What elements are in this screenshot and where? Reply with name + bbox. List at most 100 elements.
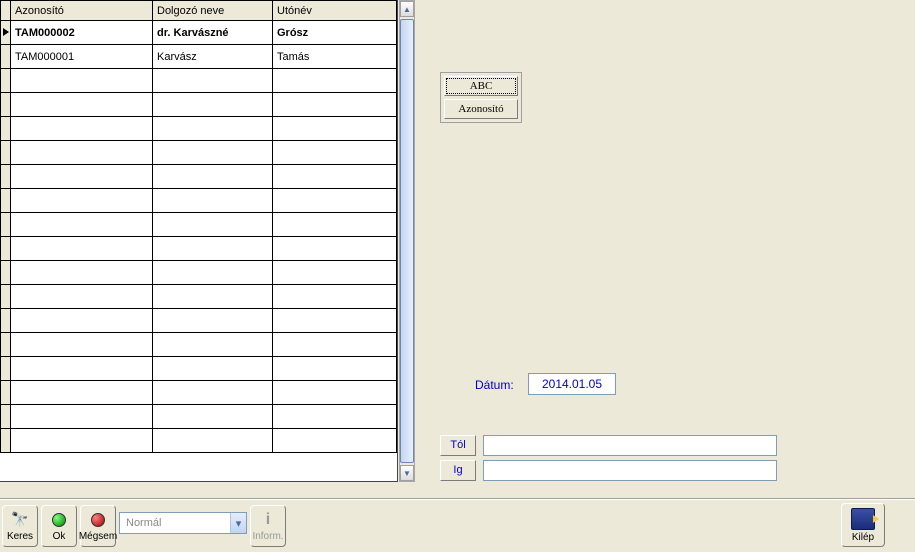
cell[interactable] [153, 285, 273, 309]
ok-button[interactable]: Ok [41, 505, 77, 547]
cell[interactable] [11, 93, 153, 117]
cell[interactable] [273, 357, 397, 381]
cell[interactable] [153, 381, 273, 405]
abc-button[interactable]: ABC [444, 76, 518, 96]
cell[interactable] [11, 165, 153, 189]
azonosito-button[interactable]: Azonosító [444, 99, 518, 119]
cell[interactable]: Karvász [153, 45, 273, 69]
bottom-divider [0, 498, 915, 500]
table-row[interactable] [1, 309, 397, 333]
cell[interactable] [153, 93, 273, 117]
cell[interactable] [11, 69, 153, 93]
table-row[interactable] [1, 333, 397, 357]
table-row[interactable] [1, 117, 397, 141]
table-row[interactable] [1, 93, 397, 117]
table-row[interactable] [1, 165, 397, 189]
cell[interactable] [153, 141, 273, 165]
cell[interactable] [153, 213, 273, 237]
table-row[interactable] [1, 261, 397, 285]
cell[interactable] [153, 309, 273, 333]
datum-value[interactable]: 2014.01.05 [528, 373, 616, 395]
cell[interactable] [273, 213, 397, 237]
cell[interactable] [273, 69, 397, 93]
cell[interactable] [273, 165, 397, 189]
kilep-button[interactable]: Kilép [841, 503, 885, 547]
scroll-up-button[interactable]: ▲ [400, 1, 414, 17]
table-row[interactable] [1, 69, 397, 93]
cell[interactable] [11, 213, 153, 237]
cell[interactable] [11, 189, 153, 213]
cell[interactable] [11, 429, 153, 453]
cell[interactable] [153, 117, 273, 141]
current-row-icon [3, 28, 9, 36]
cell[interactable] [11, 117, 153, 141]
tol-button[interactable]: Tól [440, 435, 476, 456]
cell[interactable] [11, 141, 153, 165]
cell[interactable] [11, 405, 153, 429]
cell[interactable] [11, 357, 153, 381]
col-azonosito[interactable]: Azonosító [11, 1, 153, 21]
table-scrollbar[interactable]: ▲ ▼ [399, 0, 415, 482]
chevron-up-icon: ▲ [403, 5, 411, 14]
cell[interactable]: Grósz [273, 21, 397, 45]
ig-button[interactable]: Ig [440, 460, 476, 481]
table-row[interactable] [1, 429, 397, 453]
cell[interactable] [153, 69, 273, 93]
col-dolgozo-neve[interactable]: Dolgozó neve [153, 1, 273, 21]
mode-combo[interactable]: Normál ▾ [119, 512, 247, 534]
cell[interactable] [153, 357, 273, 381]
kilep-label: Kilép [852, 532, 874, 543]
bottom-toolbar: 🔭 Keres Ok Mégsem Normál ▾ i Inform. [2, 505, 286, 547]
cell[interactable] [273, 381, 397, 405]
table-row[interactable] [1, 381, 397, 405]
cell[interactable] [273, 141, 397, 165]
col-utonev[interactable]: Utónév [273, 1, 397, 21]
table-row[interactable]: TAM000001KarvászTamás [1, 45, 397, 69]
cell[interactable] [273, 261, 397, 285]
scroll-thumb[interactable] [400, 19, 414, 463]
cell[interactable] [273, 93, 397, 117]
cell[interactable] [273, 309, 397, 333]
cell[interactable]: Tamás [273, 45, 397, 69]
cell[interactable] [273, 285, 397, 309]
cell[interactable]: dr. Karvászné [153, 21, 273, 45]
cell[interactable] [273, 189, 397, 213]
chevron-down-icon: ▾ [230, 513, 246, 533]
table-row[interactable] [1, 237, 397, 261]
table-row[interactable]: TAM000002dr. KarvásznéGrósz [1, 21, 397, 45]
scroll-down-button[interactable]: ▼ [400, 465, 414, 481]
cell[interactable] [273, 237, 397, 261]
cell[interactable] [11, 237, 153, 261]
cell[interactable] [153, 165, 273, 189]
cell[interactable] [11, 309, 153, 333]
cell[interactable] [11, 285, 153, 309]
row-marker [1, 117, 11, 141]
ig-input[interactable] [483, 460, 777, 481]
cell[interactable] [11, 261, 153, 285]
table-row[interactable] [1, 189, 397, 213]
cell[interactable] [153, 261, 273, 285]
cell[interactable]: TAM000001 [11, 45, 153, 69]
cell[interactable]: TAM000002 [11, 21, 153, 45]
cell[interactable] [153, 405, 273, 429]
cell[interactable] [273, 117, 397, 141]
cell[interactable] [273, 429, 397, 453]
megsem-button[interactable]: Mégsem [80, 505, 116, 547]
cell[interactable] [153, 189, 273, 213]
table-row[interactable] [1, 285, 397, 309]
keres-button[interactable]: 🔭 Keres [2, 505, 38, 547]
cell[interactable] [153, 429, 273, 453]
table-row[interactable] [1, 141, 397, 165]
tol-input[interactable] [483, 435, 777, 456]
cell[interactable] [153, 333, 273, 357]
employee-table-wrap: Azonosító Dolgozó neve Utónév TAM000002d… [0, 0, 398, 482]
cell[interactable] [11, 381, 153, 405]
row-marker [1, 141, 11, 165]
cell[interactable] [273, 333, 397, 357]
cell[interactable] [11, 333, 153, 357]
table-row[interactable] [1, 357, 397, 381]
table-row[interactable] [1, 405, 397, 429]
cell[interactable] [273, 405, 397, 429]
table-row[interactable] [1, 213, 397, 237]
cell[interactable] [153, 237, 273, 261]
